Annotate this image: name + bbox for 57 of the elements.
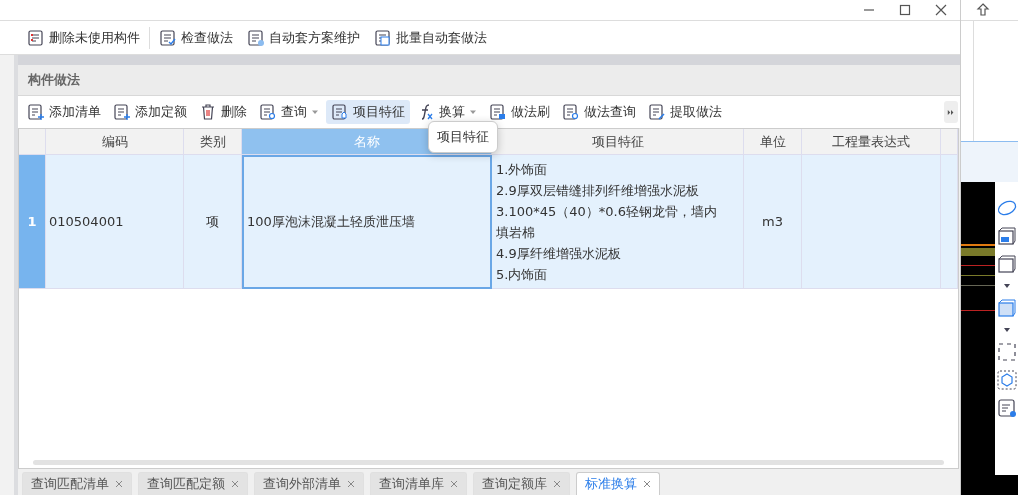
toolbar-button[interactable]: 添加定额 <box>108 100 192 124</box>
toolbar-button[interactable]: 自动套方案维护 <box>242 26 365 49</box>
scrollbar[interactable] <box>33 459 944 465</box>
double-arrow-icon <box>947 108 955 116</box>
caret-icon[interactable] <box>1003 282 1011 290</box>
list-search-icon <box>562 103 580 121</box>
table-cell: m3 <box>744 155 802 289</box>
cube-icon[interactable] <box>997 298 1017 318</box>
list-search-icon <box>259 103 277 121</box>
list-brush-icon <box>489 103 507 121</box>
cad-drawing <box>961 244 995 311</box>
list-add-icon <box>27 103 45 121</box>
toolbar-button[interactable]: 删除 <box>194 100 252 124</box>
cube-selection-icon[interactable] <box>997 370 1017 390</box>
table-cell: 100厚泡沫混凝土轻质泄压墙 <box>242 155 492 289</box>
tab[interactable]: 查询匹配清单 <box>22 472 132 495</box>
table-cell: 010504001 <box>46 155 184 289</box>
form-icon <box>331 103 349 121</box>
feature-line: 4.9厚纤维增强水泥板 <box>496 244 621 263</box>
maximize-icon[interactable] <box>898 3 912 17</box>
tab[interactable]: 查询定额库 <box>473 472 570 495</box>
tab[interactable]: 查询外部清单 <box>254 472 364 495</box>
caret-icon[interactable] <box>1003 326 1011 334</box>
cube-icon[interactable] <box>997 254 1017 274</box>
tab[interactable]: 标准换算 <box>576 472 660 495</box>
stacked-pages-icon <box>374 28 392 47</box>
table-cell: 项 <box>184 155 242 289</box>
tab[interactable]: 查询清单库 <box>370 472 467 495</box>
feature-line: 2.9厚双层错缝排列纤维增强水泥板 <box>496 181 699 200</box>
toolbar-button[interactable]: 批量自动套做法 <box>369 26 492 49</box>
toolbar-button[interactable]: 做法查询 <box>557 100 641 124</box>
orbit-icon[interactable] <box>997 198 1017 218</box>
toolbar-button[interactable]: 查询 <box>254 100 324 124</box>
panel-title: 构件做法 <box>18 65 960 96</box>
list-icon[interactable] <box>997 398 1017 418</box>
tab[interactable]: 查询匹配定额 <box>138 472 248 495</box>
feature-line: 5.内饰面 <box>496 265 548 284</box>
arrow-up-icon[interactable] <box>975 2 991 18</box>
trash-icon <box>199 103 217 121</box>
toolbar-button[interactable]: 提取做法 <box>643 100 727 124</box>
more-button[interactable] <box>944 101 958 123</box>
toolbar-button[interactable]: 项目特征 <box>326 100 410 124</box>
feature-line: 3.100*45（40）*0.6轻钢龙骨，墙内填岩棉 <box>496 202 718 242</box>
close-icon[interactable] <box>643 480 651 488</box>
toolbar-button[interactable]: 检查做法 <box>154 26 238 49</box>
toolbar-button[interactable]: 添加清单 <box>22 100 106 124</box>
close-icon[interactable] <box>934 3 948 17</box>
checklist-icon <box>159 28 177 47</box>
list-x-icon <box>27 28 45 47</box>
list-pen-icon <box>648 103 666 121</box>
tooltip: 项目特征 <box>428 121 498 153</box>
toolbar-button[interactable]: 做法刷 <box>484 100 555 124</box>
feature-line: 1.外饰面 <box>496 160 548 179</box>
dashed-square-icon[interactable] <box>997 342 1017 362</box>
toolbar-button[interactable]: 删除未使用构件 <box>22 26 145 49</box>
3d-box-icon[interactable] <box>997 226 1017 246</box>
list-add-icon <box>113 103 131 121</box>
